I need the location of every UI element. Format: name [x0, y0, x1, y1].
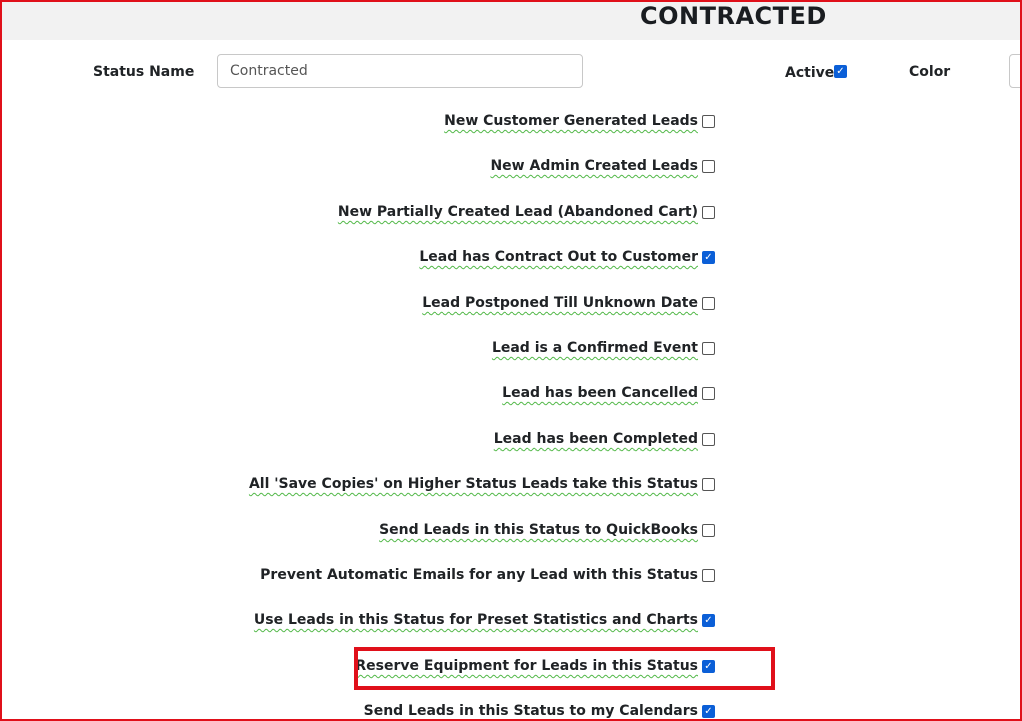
option-label: All 'Save Copies' on Higher Status Leads…: [248, 476, 698, 492]
active-checkbox[interactable]: ✓: [834, 65, 847, 78]
page-header: [2, 2, 1020, 40]
option-label: Lead Postponed Till Unknown Date: [422, 295, 698, 311]
option-label: Lead has Contract Out to Customer: [419, 249, 698, 265]
option-label: Send Leads in this Status to my Calendar…: [363, 703, 698, 719]
option-checkbox[interactable]: [702, 433, 715, 446]
highlight-box: [354, 647, 775, 690]
option-label: Prevent Automatic Emails for any Lead wi…: [260, 567, 698, 583]
color-picker-input[interactable]: [1009, 54, 1022, 88]
option-label: New Admin Created Leads: [490, 158, 698, 174]
option-checkbox[interactable]: [702, 569, 715, 582]
option-label: Send Leads in this Status to QuickBooks: [379, 522, 698, 538]
option-checkbox[interactable]: ✓: [702, 251, 715, 264]
option-label: New Partially Created Lead (Abandoned Ca…: [337, 204, 698, 220]
option-checkbox[interactable]: [702, 115, 715, 128]
status-name-input[interactable]: [217, 54, 583, 88]
active-label: Active: [785, 65, 835, 81]
color-label: Color: [909, 64, 951, 80]
option-label: Use Leads in this Status for Preset Stat…: [253, 612, 698, 628]
option-label: New Customer Generated Leads: [444, 113, 698, 129]
option-checkbox[interactable]: [702, 206, 715, 219]
option-label: Lead has been Completed: [493, 431, 698, 447]
option-label: Lead is a Confirmed Event: [491, 340, 698, 356]
page-title: CONTRACTED: [640, 2, 827, 30]
option-checkbox[interactable]: [702, 160, 715, 173]
option-checkbox[interactable]: [702, 342, 715, 355]
option-checkbox[interactable]: [702, 387, 715, 400]
option-label: Lead has been Cancelled: [502, 385, 698, 401]
option-checkbox[interactable]: [702, 297, 715, 310]
option-checkbox[interactable]: [702, 524, 715, 537]
status-name-label: Status Name: [93, 64, 195, 80]
option-checkbox[interactable]: ✓: [702, 614, 715, 627]
option-checkbox[interactable]: ✓: [702, 705, 715, 718]
option-checkbox[interactable]: [702, 478, 715, 491]
